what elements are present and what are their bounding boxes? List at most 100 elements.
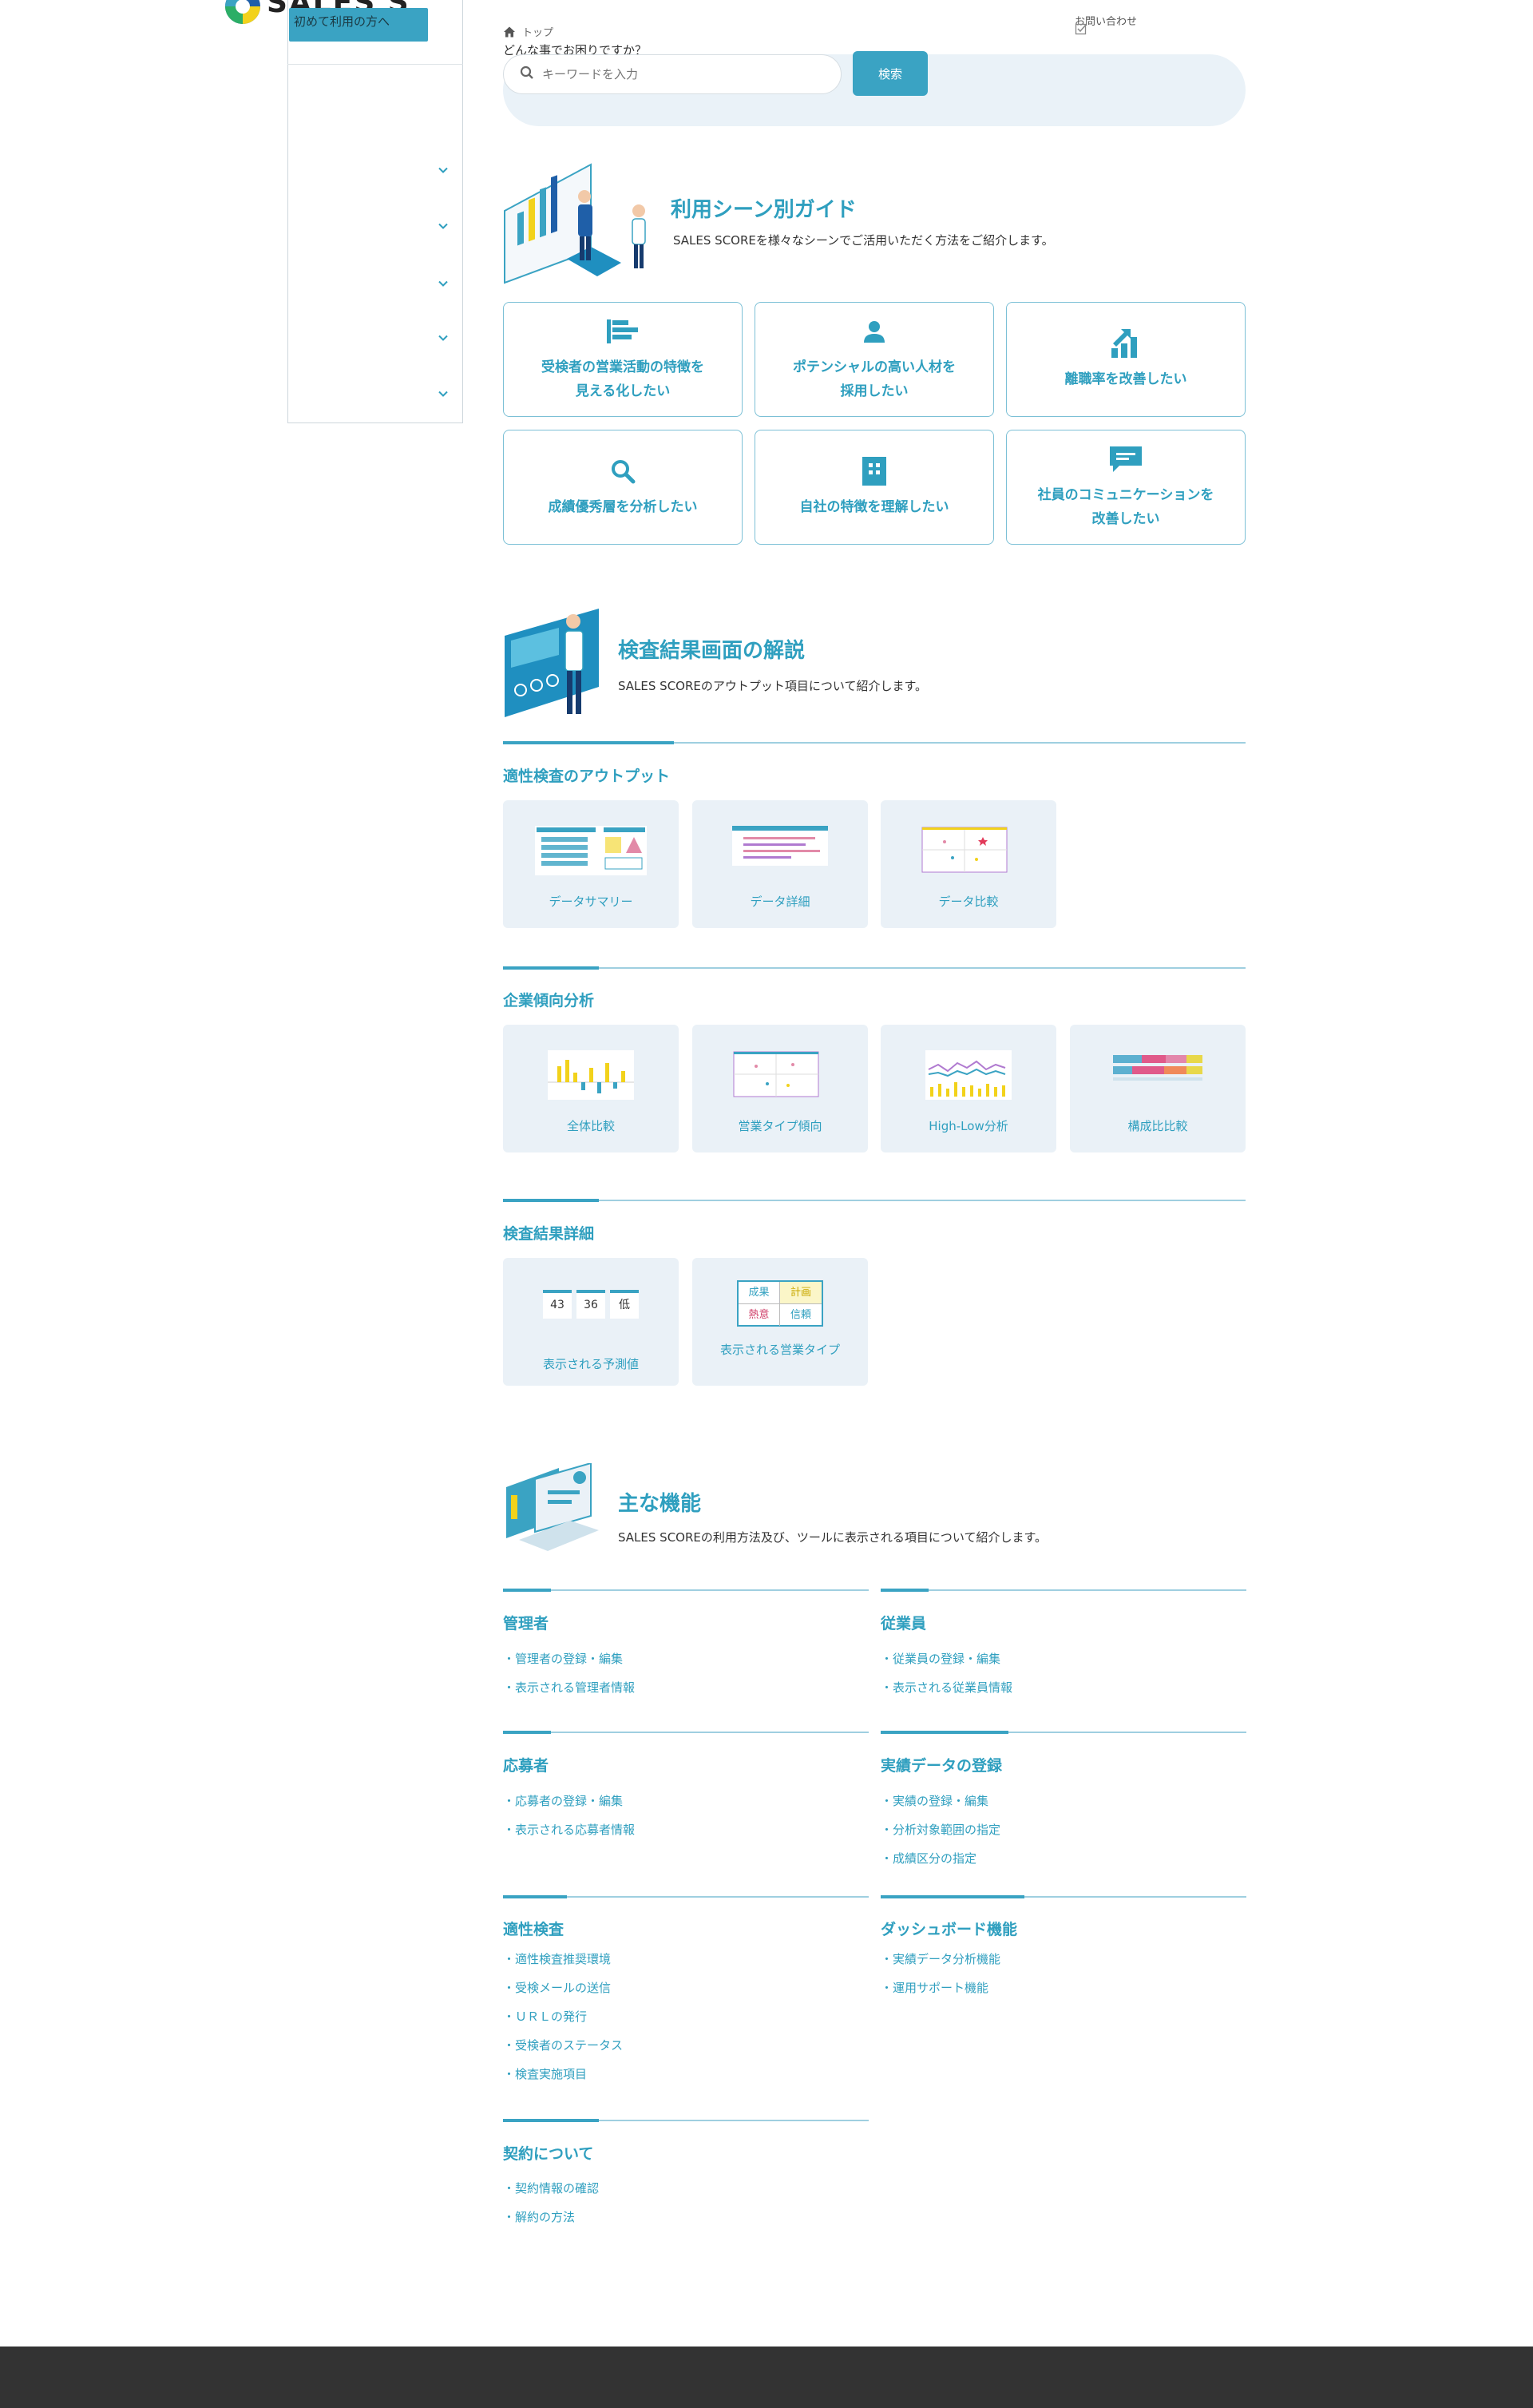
feature-link[interactable]: ・適性検査推奨環境 xyxy=(503,1950,611,1967)
guide-card-top-performers[interactable]: 成績優秀層を分析したい xyxy=(503,430,743,545)
feature-link[interactable]: ・表示される応募者情報 xyxy=(503,1821,635,1838)
section-divider xyxy=(503,1199,1246,1202)
breadcrumb-home-link[interactable]: トップ xyxy=(522,24,553,39)
company-card-overall[interactable]: 全体比較 xyxy=(503,1025,679,1152)
feature-group-title: 管理者 xyxy=(503,1615,549,1632)
feature-link[interactable]: ・成績区分の指定 xyxy=(881,1850,976,1866)
feature-link[interactable]: ・分析対象範囲の指定 xyxy=(881,1821,1000,1838)
section-divider xyxy=(881,1731,1246,1734)
output-card-data-detail[interactable]: データ詳細 xyxy=(692,800,868,928)
search-field[interactable] xyxy=(503,54,842,94)
sales-type-thumbnail xyxy=(732,1050,828,1100)
predicted-value-box: 43 xyxy=(543,1290,572,1319)
first-time-button[interactable]: 初めて利用の方へ xyxy=(289,8,428,42)
company-card-composition[interactable]: 構成比比較 xyxy=(1070,1025,1246,1152)
feature-link[interactable]: ・運用サポート機能 xyxy=(881,1979,988,1996)
guide-card-label: ポテンシャルの高い人材を 採用したい xyxy=(793,359,956,399)
overall-compare-thumbnail xyxy=(543,1050,639,1100)
feature-link[interactable]: ・表示される従業員情報 xyxy=(881,1679,1012,1696)
company-card-high-low[interactable]: High-Low分析 xyxy=(881,1025,1056,1152)
feature-link[interactable]: ・契約情報の確認 xyxy=(503,2180,599,2196)
results-section-title: 検査結果画面の解説 xyxy=(618,639,806,663)
guide-card-visualize[interactable]: 受検者の営業活動の特徴を 見える化したい xyxy=(503,302,743,417)
sidebar-divider xyxy=(287,64,463,65)
feature-link[interactable]: ・解約の方法 xyxy=(503,2208,575,2225)
sidebar-expand-chevron-icon[interactable] xyxy=(438,220,449,232)
magnifier-icon xyxy=(607,455,639,487)
feature-link[interactable]: ・管理者の登録・編集 xyxy=(503,1650,623,1667)
feature-link[interactable]: ・従業員の登録・編集 xyxy=(881,1650,1000,1667)
output-card-data-compare[interactable]: データ比較 xyxy=(881,800,1056,928)
feature-link[interactable]: ・実績データ分析機能 xyxy=(881,1950,1000,1967)
details-card-label: 表示される予測値 xyxy=(542,1357,639,1371)
company-card-sales-type[interactable]: 営業タイプ傾向 xyxy=(692,1025,868,1152)
feature-link[interactable]: ・応募者の登録・編集 xyxy=(503,1792,623,1809)
composition-thumbnail xyxy=(1110,1050,1206,1100)
feature-link[interactable]: ・受検者のステータス xyxy=(503,2037,623,2053)
predicted-value-box: 36 xyxy=(576,1290,605,1319)
guide-card-hiring[interactable]: ポテンシャルの高い人材を 採用したい xyxy=(755,302,994,417)
footer xyxy=(0,2347,1533,2408)
feature-group-title: 実績データの登録 xyxy=(881,1757,1003,1775)
details-card-sales-type[interactable]: 成果 計画 熱意 信頼 表示される営業タイプ xyxy=(692,1258,868,1386)
details-card-predicted[interactable]: 43 36 低 表示される予測値 xyxy=(503,1258,679,1386)
search-button[interactable]: 検索 xyxy=(853,51,928,96)
section-divider xyxy=(503,966,1246,970)
feature-link[interactable]: ・受検メールの送信 xyxy=(503,1979,611,1996)
feature-link[interactable]: ・ＵＲＬの発行 xyxy=(503,2008,587,2025)
guide-card-turnover[interactable]: 離職率を改善したい xyxy=(1006,302,1246,417)
building-icon xyxy=(858,455,890,487)
section-divider xyxy=(881,1589,1246,1592)
feature-group-title: 従業員 xyxy=(881,1615,927,1632)
company-card-label: High-Low分析 xyxy=(929,1119,1008,1133)
company-card-label: 構成比比較 xyxy=(1127,1119,1188,1133)
breadcrumb: トップ xyxy=(503,24,553,39)
company-card-label: 営業タイプ傾向 xyxy=(738,1119,822,1133)
sidebar-expand-chevron-icon[interactable] xyxy=(438,278,449,289)
sales-type-grid-thumbnail: 成果 計画 熱意 信頼 xyxy=(737,1280,823,1327)
company-card-label: 全体比較 xyxy=(566,1119,615,1133)
guide-card-communication[interactable]: 社員のコミュニケーションを 改善したい xyxy=(1006,430,1246,545)
section-divider xyxy=(503,1589,869,1592)
guide-card-label: 社員のコミュニケーションを 改善したい xyxy=(1037,487,1214,527)
guide-card-label: 自社の特徴を理解したい xyxy=(799,499,949,515)
output-card-label: データ比較 xyxy=(938,895,999,909)
guide-card-label: 離職率を改善したい xyxy=(1064,371,1187,387)
feature-group-title: 応募者 xyxy=(503,1757,549,1775)
feature-link[interactable]: ・表示される管理者情報 xyxy=(503,1679,635,1696)
sidebar-expand-chevron-icon[interactable] xyxy=(438,388,449,399)
guide-card-company[interactable]: 自社の特徴を理解したい xyxy=(755,430,994,545)
guide-card-label: 受検者の営業活動の特徴を 見える化したい xyxy=(541,359,704,399)
home-icon[interactable] xyxy=(503,26,516,38)
predicted-values-thumbnail: 43 36 低 xyxy=(543,1290,639,1339)
company-group-title: 企業傾向分析 xyxy=(503,992,595,1010)
person-icon xyxy=(858,315,890,347)
type-cell: 信頼 xyxy=(790,1309,811,1321)
type-cell: 計画 xyxy=(780,1282,822,1304)
sidebar-expand-chevron-icon[interactable] xyxy=(438,332,449,343)
section-divider xyxy=(503,1731,869,1734)
output-card-data-summary[interactable]: データサマリー xyxy=(503,800,679,928)
search-icon xyxy=(520,65,534,83)
feature-group-title: 適性検査 xyxy=(503,1921,564,1938)
feature-link[interactable]: ・実績の登録・編集 xyxy=(881,1792,988,1809)
data-detail-thumbnail xyxy=(732,826,828,875)
data-compare-thumbnail xyxy=(921,826,1016,875)
bar-chart-icon xyxy=(607,315,639,347)
predicted-value-box: 低 xyxy=(610,1290,639,1319)
feature-link[interactable]: ・検査実施項目 xyxy=(503,2065,587,2082)
results-section-description: SALES SCOREのアウトプット項目について紹介します。 xyxy=(618,679,927,693)
guide-section-title: 利用シーン別ガイド xyxy=(671,198,857,222)
results-illustration xyxy=(503,607,602,719)
guide-section-description: SALES SCOREを様々なシーンでご活用いただく方法をご紹介します。 xyxy=(673,233,1054,248)
type-cell: 成果 xyxy=(739,1282,780,1304)
search-input[interactable] xyxy=(542,67,814,81)
feature-group-title: ダッシュボード機能 xyxy=(881,1921,1018,1938)
sidebar-expand-chevron-icon[interactable] xyxy=(438,165,449,176)
logo-mark-icon[interactable] xyxy=(222,0,263,29)
guide-card-label: 成績優秀層を分析したい xyxy=(548,499,698,515)
contact-icon[interactable] xyxy=(1075,22,1087,35)
output-group-title: 適性検査のアウトプット xyxy=(503,768,671,785)
guide-illustration xyxy=(503,163,652,286)
output-card-label: データサマリー xyxy=(549,895,633,909)
